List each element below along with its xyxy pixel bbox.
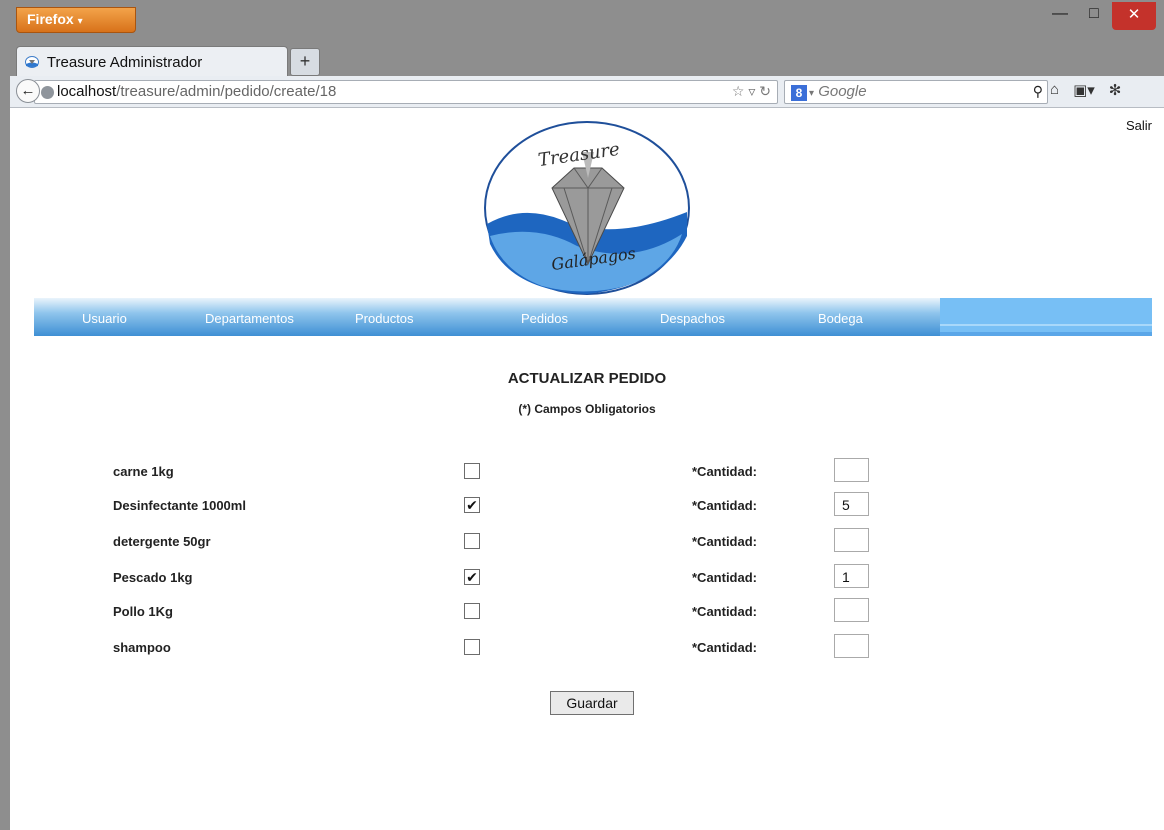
tab-treasure-admin[interactable]: Treasure Administrador	[16, 46, 288, 78]
page-title: ACTUALIZAR PEDIDO	[507, 370, 667, 387]
back-arrow-icon: ←	[20, 82, 36, 99]
menu-item-pedidos[interactable]: Pedidos	[521, 311, 568, 326]
quantity-input[interactable]: 1	[834, 564, 869, 588]
quantity-input[interactable]	[834, 458, 869, 482]
toolbar-icons: ⌂ ▣▾ ✻	[1050, 81, 1121, 99]
product-row: shampoo *Cantidad:	[10, 634, 1164, 664]
menu-item-usuario[interactable]: Usuario	[82, 311, 127, 326]
search-engine-dropdown-icon[interactable]: ▾	[809, 88, 814, 99]
product-name: shampoo	[113, 640, 171, 655]
url-actions: ☆ ▿ ↻	[732, 83, 771, 100]
tab-strip: Treasure Administrador +	[0, 40, 1164, 78]
product-name: Pescado 1kg	[113, 570, 193, 585]
back-button[interactable]: ←	[16, 79, 40, 103]
menu-item-productos[interactable]: Productos	[355, 311, 414, 326]
product-name: Pollo 1Kg	[113, 604, 173, 619]
url-path: /treasure/admin/pedido/create/18	[116, 83, 337, 100]
home-icon[interactable]: ⌂	[1050, 81, 1059, 99]
quantity-input[interactable]	[834, 598, 869, 622]
product-row: Desinfectante 1000ml ✔ *Cantidad: 5	[10, 492, 1164, 522]
treasure-galapagos-logo: Treasure Galápagos	[484, 121, 690, 295]
product-name: detergente 50gr	[113, 534, 211, 549]
bookmark-star-icon[interactable]: ☆	[732, 83, 745, 99]
logout-link[interactable]: Salir	[1126, 118, 1152, 133]
bookmarks-menu-icon[interactable]: ▣▾	[1073, 81, 1095, 99]
close-icon[interactable]: ✕	[1112, 2, 1156, 30]
firefox-menu-button[interactable]: Firefox ▾	[16, 7, 136, 33]
navigation-bar: localhost/treasure/admin/pedido/create/1…	[10, 76, 1164, 108]
google-icon: 8	[791, 85, 807, 101]
product-checkbox[interactable]: ✔	[464, 569, 480, 585]
product-row: detergente 50gr *Cantidad:	[10, 528, 1164, 558]
quantity-label: *Cantidad:	[692, 464, 757, 479]
menu-item-departamentos[interactable]: Departamentos	[205, 311, 294, 326]
save-button[interactable]: Guardar	[550, 691, 634, 715]
quantity-label: *Cantidad:	[692, 570, 757, 585]
globe-icon	[41, 86, 54, 99]
quantity-input[interactable]: 5	[834, 492, 869, 516]
new-tab-button[interactable]: +	[290, 48, 320, 76]
menu-item-bodega[interactable]: Bodega	[818, 311, 863, 326]
product-checkbox[interactable]	[464, 603, 480, 619]
product-name: carne 1kg	[113, 464, 174, 479]
dropdown-arrow-icon: ▾	[77, 16, 83, 27]
title-bar: Firefox ▾ — □ ✕	[0, 0, 1164, 40]
reload-icon[interactable]: ↻	[759, 83, 771, 99]
search-icon[interactable]: ⚲	[1033, 83, 1043, 100]
quantity-input[interactable]	[834, 528, 869, 552]
maximize-icon[interactable]: □	[1078, 2, 1110, 28]
addon-icon[interactable]: ✻	[1109, 81, 1122, 99]
quantity-label: *Cantidad:	[692, 604, 757, 619]
page-content: Salir Treasure Galápagos Usuario Departa…	[10, 108, 1164, 830]
product-checkbox[interactable]	[464, 639, 480, 655]
diamond-favicon-icon	[25, 56, 39, 68]
menu-bar-line	[940, 324, 1152, 326]
product-row: Pollo 1Kg *Cantidad:	[10, 598, 1164, 628]
quantity-label: *Cantidad:	[692, 640, 757, 655]
quantity-label: *Cantidad:	[692, 534, 757, 549]
quantity-label: *Cantidad:	[692, 498, 757, 513]
menu-bar-filler	[940, 298, 1152, 336]
history-dropdown-icon[interactable]: ▿	[748, 83, 755, 99]
url-bar[interactable]: localhost/treasure/admin/pedido/create/1…	[34, 80, 778, 104]
required-fields-note: (*) Campos Obligatorios	[518, 402, 656, 416]
firefox-menu-label: Firefox	[27, 11, 74, 27]
product-checkbox[interactable]	[464, 533, 480, 549]
quantity-input[interactable]	[834, 634, 869, 658]
product-name: Desinfectante 1000ml	[113, 498, 246, 513]
search-bar[interactable]: 8 ▾ Google ⚲	[784, 80, 1048, 104]
tab-title: Treasure Administrador	[46, 54, 203, 71]
search-placeholder: Google	[818, 83, 867, 100]
product-row: Pescado 1kg ✔ *Cantidad: 1	[10, 564, 1164, 594]
url-host: localhost	[57, 83, 117, 100]
product-checkbox[interactable]	[464, 463, 480, 479]
window-controls: — □ ✕	[1044, 2, 1156, 30]
product-checkbox[interactable]: ✔	[464, 497, 480, 513]
product-row: carne 1kg *Cantidad:	[10, 458, 1164, 488]
minimize-icon[interactable]: —	[1044, 2, 1076, 28]
main-menu: Usuario Departamentos Productos Pedidos …	[34, 298, 1152, 336]
menu-item-despachos[interactable]: Despachos	[660, 311, 725, 326]
